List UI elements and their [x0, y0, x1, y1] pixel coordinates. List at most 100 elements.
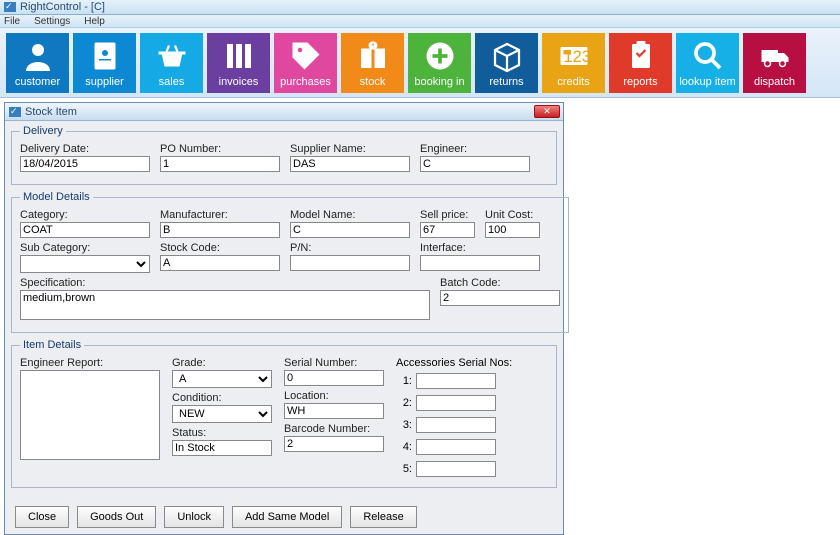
app-icon — [4, 2, 16, 12]
card-icon: 1234 567 — [556, 38, 592, 74]
basket-icon — [154, 38, 190, 74]
manufacturer-label: Manufacturer: — [160, 209, 280, 221]
acc-input-2[interactable] — [416, 395, 496, 411]
add-same-model-button[interactable]: Add Same Model — [232, 506, 342, 528]
plus-circle-icon — [422, 38, 458, 74]
form-body: Delivery Delivery Date: PO Number: Suppl… — [5, 121, 563, 502]
window-title: Stock Item — [25, 106, 77, 118]
sub-category-select[interactable] — [20, 255, 150, 273]
toolbar-returns[interactable]: returns — [475, 33, 538, 93]
engineer-report-label: Engineer Report: — [20, 357, 160, 369]
gift-icon — [355, 38, 391, 74]
toolbar-customer[interactable]: customer — [6, 33, 69, 93]
menu-help[interactable]: Help — [84, 16, 105, 27]
toolbar-credits[interactable]: 1234 567credits — [542, 33, 605, 93]
unit-cost-label: Unit Cost: — [485, 209, 540, 221]
delivery-date-label: Delivery Date: — [20, 143, 150, 155]
acc-row-1: 1: — [396, 373, 512, 389]
specification-input[interactable]: medium,brown — [20, 290, 430, 320]
menubar: File Settings Help — [0, 15, 840, 28]
person-icon — [20, 38, 56, 74]
unlock-button[interactable]: Unlock — [164, 506, 224, 528]
grade-select[interactable]: A — [172, 370, 272, 388]
acc-row-2: 2: — [396, 395, 512, 411]
tag-icon — [288, 38, 324, 74]
goods-out-button[interactable]: Goods Out — [77, 506, 156, 528]
category-input[interactable] — [20, 222, 150, 238]
acc-input-4[interactable] — [416, 439, 496, 455]
model-legend: Model Details — [20, 191, 93, 203]
toolbar-reports[interactable]: reports — [609, 33, 672, 93]
main-toolbar: customer supplier sales invoices purchas… — [0, 28, 840, 98]
app-titlebar: RightControl - [C] — [0, 0, 840, 15]
truck-icon — [757, 38, 793, 74]
box-open-icon — [489, 38, 525, 74]
supplier-name-input[interactable] — [290, 156, 410, 172]
stock-item-window: Stock Item ✕ Delivery Delivery Date: PO … — [4, 102, 564, 535]
menu-file[interactable]: File — [4, 16, 20, 27]
toolbar-purchases[interactable]: purchases — [274, 33, 337, 93]
close-button[interactable]: Close — [15, 506, 69, 528]
po-number-input[interactable] — [160, 156, 280, 172]
status-label: Status: — [172, 427, 272, 439]
clipboard-icon — [623, 38, 659, 74]
grade-label: Grade: — [172, 357, 272, 369]
batch-code-label: Batch Code: — [440, 277, 560, 289]
accessories-label: Accessories Serial Nos: — [396, 357, 512, 369]
engineer-label: Engineer: — [420, 143, 530, 155]
engineer-report-input[interactable] — [20, 370, 160, 460]
manufacturer-input[interactable] — [160, 222, 280, 238]
toolbar-lookup[interactable]: lookup item — [676, 33, 739, 93]
window-close-button[interactable]: ✕ — [534, 105, 560, 118]
acc-row-3: 3: — [396, 417, 512, 433]
button-bar: Close Goods Out Unlock Add Same Model Re… — [5, 502, 563, 534]
po-number-label: PO Number: — [160, 143, 280, 155]
item-legend: Item Details — [20, 339, 84, 351]
toolbar-dispatch[interactable]: dispatch — [743, 33, 806, 93]
location-input[interactable] — [284, 403, 384, 419]
sell-price-input[interactable] — [420, 222, 475, 238]
sell-price-label: Sell price: — [420, 209, 475, 221]
toolbar-booking[interactable]: booking in — [408, 33, 471, 93]
sub-category-label: Sub Category: — [20, 242, 150, 254]
acc-input-3[interactable] — [416, 417, 496, 433]
model-details-group: Model Details Category: Manufacturer: Mo… — [11, 191, 569, 333]
delivery-group: Delivery Delivery Date: PO Number: Suppl… — [11, 125, 557, 185]
batch-code-input[interactable] — [440, 290, 560, 306]
menu-settings[interactable]: Settings — [34, 16, 70, 27]
acc-row-5: 5: — [396, 461, 512, 477]
book-icon — [87, 38, 123, 74]
interface-input[interactable] — [420, 255, 540, 271]
unit-cost-input[interactable] — [485, 222, 540, 238]
files-icon — [221, 38, 257, 74]
location-label: Location: — [284, 390, 384, 402]
serial-number-label: Serial Number: — [284, 357, 384, 369]
toolbar-supplier[interactable]: supplier — [73, 33, 136, 93]
search-icon — [690, 38, 726, 74]
stock-code-input[interactable] — [160, 255, 280, 271]
engineer-input[interactable] — [420, 156, 530, 172]
model-name-input[interactable] — [290, 222, 410, 238]
category-label: Category: — [20, 209, 150, 221]
delivery-date-input[interactable] — [20, 156, 150, 172]
toolbar-sales[interactable]: sales — [140, 33, 203, 93]
stock-code-label: Stock Code: — [160, 242, 280, 254]
release-button[interactable]: Release — [350, 506, 416, 528]
window-icon — [9, 107, 21, 117]
window-titlebar[interactable]: Stock Item ✕ — [5, 103, 563, 121]
condition-label: Condition: — [172, 392, 272, 404]
toolbar-invoices[interactable]: invoices — [207, 33, 270, 93]
specification-label: Specification: — [20, 277, 430, 289]
pn-input[interactable] — [290, 255, 410, 271]
condition-select[interactable]: NEW — [172, 405, 272, 423]
barcode-number-input[interactable] — [284, 436, 384, 452]
serial-number-input[interactable] — [284, 370, 384, 386]
status-input[interactable] — [172, 440, 272, 456]
pn-label: P/N: — [290, 242, 410, 254]
toolbar-stock[interactable]: stock — [341, 33, 404, 93]
acc-row-4: 4: — [396, 439, 512, 455]
interface-label: Interface: — [420, 242, 540, 254]
acc-input-5[interactable] — [416, 461, 496, 477]
delivery-legend: Delivery — [20, 125, 66, 137]
acc-input-1[interactable] — [416, 373, 496, 389]
